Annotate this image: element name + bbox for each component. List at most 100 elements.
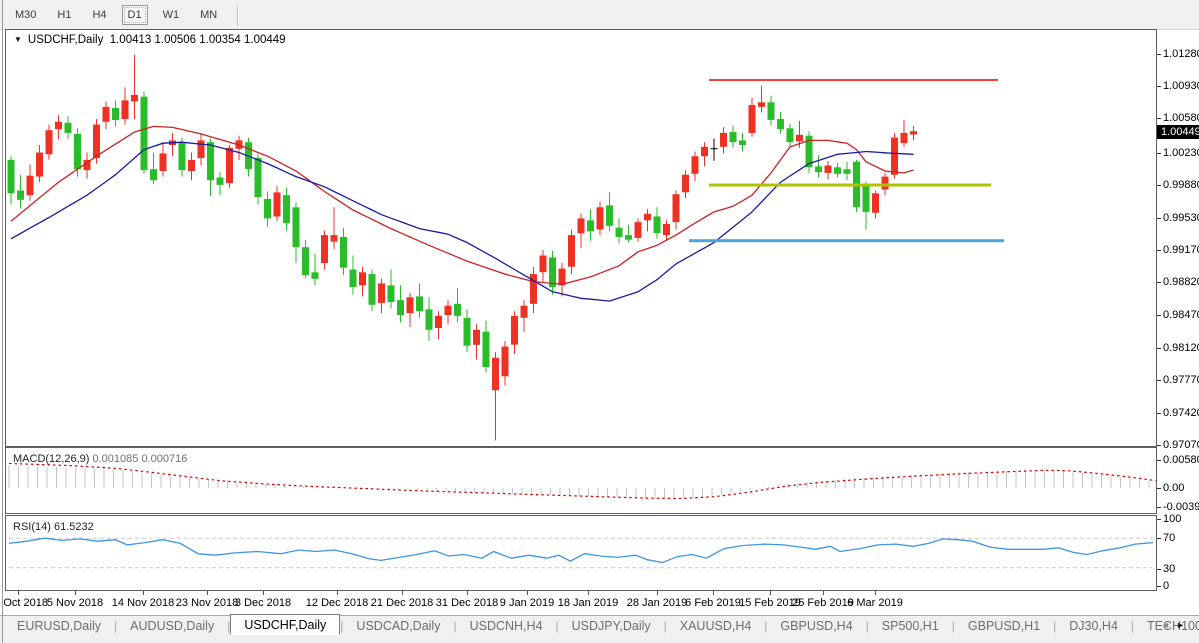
date-tick-dash <box>263 591 264 595</box>
date-label: 6 Feb 2019 <box>685 597 741 609</box>
date-label: 28 Jan 2019 <box>626 597 688 609</box>
timeframe-toolbar: M30 H1 H4 D1 W1 MN <box>0 0 1199 30</box>
main-chart-panel[interactable] <box>5 29 1157 447</box>
timeframe-button-mn[interactable]: MN <box>194 5 223 25</box>
symbol-tab-usdcnh-h4[interactable]: USDCNH,H4 <box>457 617 556 635</box>
price-tick-label: 0.99880 <box>1163 179 1199 191</box>
date-tick-dash <box>75 591 76 595</box>
symbol-tab-sp500-h1[interactable]: SP500,H1 <box>869 617 952 635</box>
macd-main-value: 0.001085 <box>92 453 139 465</box>
date-tick-dash <box>657 591 658 595</box>
symbol-tab-gbpusd-h1[interactable]: GBPUSD,H1 <box>955 617 1053 635</box>
price-tick-dash <box>1157 218 1161 219</box>
price-tick-label: 0.99170 <box>1163 244 1199 256</box>
rsi-value: 61.5232 <box>53 521 94 533</box>
indicator-axis-dash <box>1157 507 1161 508</box>
current-price-badge: 1.00449 <box>1157 125 1199 139</box>
indicator-axis-label: 0.005802 <box>1163 454 1199 466</box>
rsi-panel[interactable] <box>5 515 1157 591</box>
price-tick-label: 0.99530 <box>1163 212 1199 224</box>
toolbar-separator <box>237 3 240 26</box>
symbol-tab-eurusd-daily[interactable]: EURUSD,Daily <box>4 617 114 635</box>
symbol-tab-usdjpy-daily[interactable]: USDJPY,Daily <box>559 617 664 635</box>
indicator-axis-label: 100 <box>1163 513 1182 525</box>
date-tick-dash <box>18 591 19 595</box>
indicator-axis-dash <box>1157 460 1161 461</box>
window-left-border <box>2 0 3 643</box>
date-tick-dash <box>588 591 589 595</box>
price-tick-dash <box>1157 380 1161 381</box>
indicator-axis-label: 0.00 <box>1163 482 1185 494</box>
symbol-tab-audusd-daily[interactable]: AUDUSD,Daily <box>117 617 227 635</box>
date-label: 25 Feb 2019 <box>792 597 854 609</box>
candlestick-chart-canvas[interactable] <box>6 30 1156 446</box>
price-tick-label: 0.98120 <box>1163 342 1199 354</box>
indicator-axis-label: 30 <box>1163 563 1176 575</box>
price-tick-dash <box>1157 315 1161 316</box>
tab-scroll-arrows: ◄► <box>1161 620 1191 630</box>
symbol-tab-xauusd-h4[interactable]: XAUUSD,H4 <box>667 617 765 635</box>
timeframe-button-w1[interactable]: W1 <box>157 5 186 25</box>
tab-scroll-left-icon[interactable]: ◄ <box>1161 620 1176 630</box>
symbol-tab-usdchf-daily[interactable]: USDCHF,Daily <box>230 613 341 635</box>
price-tick-dash <box>1157 153 1161 154</box>
timeframe-button-h4[interactable]: H4 <box>86 5 112 25</box>
timeframe-button-d1[interactable]: D1 <box>121 4 148 25</box>
date-label: 12 Dec 2018 <box>305 597 369 609</box>
indicator-axis-dash <box>1157 569 1161 570</box>
price-tick-dash <box>1157 86 1161 87</box>
timeframe-button-h1[interactable]: H1 <box>51 5 77 25</box>
date-tick-dash <box>467 591 468 595</box>
trading-platform-window: M30 H1 H4 D1 W1 MN ▼ USDCHF,Daily 1.00413 1.00… <box>0 0 1199 643</box>
tab-scroll-right-icon[interactable]: ► <box>1176 620 1191 630</box>
date-tick-dash <box>337 591 338 595</box>
price-tick-label: 0.98820 <box>1163 276 1199 288</box>
indicator-axis-dash <box>1157 519 1161 520</box>
price-tick-dash <box>1157 282 1161 283</box>
date-tick-dash <box>143 591 144 595</box>
price-tick-dash <box>1157 348 1161 349</box>
chart-tabs: EURUSD,Daily | AUDUSD,Daily | USDCHF,Daily | U… <box>4 613 1199 636</box>
price-tick-label: 0.97770 <box>1163 374 1199 386</box>
price-tick-dash <box>1157 118 1161 119</box>
date-label: 6 Mar 2019 <box>847 597 903 609</box>
date-label: 31 Dec 2018 <box>435 597 499 609</box>
rsi-canvas[interactable] <box>6 516 1156 590</box>
chart-title: ▼ USDCHF,Daily 1.00413 1.00506 1.00354 1.… <box>14 34 286 46</box>
indicator-axis-label: 0 <box>1163 580 1170 592</box>
symbol-tab-dj30-h4[interactable]: DJ30,H4 <box>1056 617 1131 635</box>
date-label: 9 Jan 2019 <box>499 597 555 609</box>
macd-label: MACD(12,26,9) 0.001085 0.000716 <box>13 453 188 465</box>
price-tick-dash <box>1157 445 1161 446</box>
chart-tab-bar: EURUSD,Daily | AUDUSD,Daily | USDCHF,Daily | U… <box>0 613 1199 643</box>
indicator-axis-label: -0.003945 <box>1163 501 1199 513</box>
date-label: 3 Dec 2018 <box>234 597 292 609</box>
timeframe-button-m30[interactable]: M30 <box>9 5 42 25</box>
date-tick-dash <box>402 591 403 595</box>
price-tick-label: 1.01280 <box>1163 48 1199 60</box>
date-label: 21 Dec 2018 <box>370 597 434 609</box>
chart-dropdown-icon[interactable]: ▼ <box>14 35 22 44</box>
price-tick-label: 0.97070 <box>1163 439 1199 451</box>
price-tick-label: 1.00930 <box>1163 80 1199 92</box>
date-tick-dash <box>527 591 528 595</box>
price-tick-label: 0.98470 <box>1163 309 1199 321</box>
price-tick-dash <box>1157 413 1161 414</box>
price-tick-dash <box>1157 54 1161 55</box>
chart-ohlc-values: 1.00413 1.00506 1.00354 1.00449 <box>109 34 286 46</box>
date-tick-dash <box>875 591 876 595</box>
date-tick-dash <box>770 591 771 595</box>
date-label: 23 Nov 2018 <box>175 597 239 609</box>
date-tick-dash <box>823 591 824 595</box>
indicator-axis-dash <box>1157 586 1161 587</box>
symbol-tab-usdcad-daily[interactable]: USDCAD,Daily <box>343 617 453 635</box>
date-tick-dash <box>713 591 714 595</box>
date-label: 14 Nov 2018 <box>111 597 175 609</box>
date-label: 5 Nov 2018 <box>46 597 104 609</box>
chart-symbol-label: USDCHF,Daily <box>27 34 104 46</box>
price-tick-dash <box>1157 250 1161 251</box>
price-tick-label: 1.00230 <box>1163 147 1199 159</box>
symbol-tab-gbpusd-h4[interactable]: GBPUSD,H4 <box>767 617 865 635</box>
price-tick-label: 1.00580 <box>1163 112 1199 124</box>
macd-signal-value: 0.000716 <box>141 453 188 465</box>
